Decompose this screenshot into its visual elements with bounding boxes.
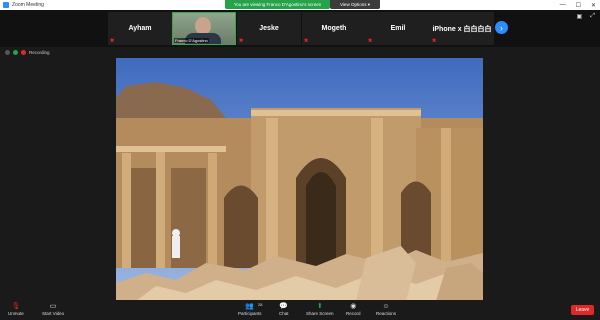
video-off-icon: ▭ <box>49 303 57 310</box>
record-label: Record <box>346 311 361 316</box>
participant-tile[interactable]: Emil ✖ <box>366 12 430 45</box>
participants-label: Participants <box>238 311 262 316</box>
shared-screen <box>116 58 483 301</box>
participants-count: 28 <box>258 302 263 307</box>
top-right-controls: ▣ ⤢ <box>577 13 595 20</box>
chat-label: Chat <box>279 311 289 316</box>
muted-mic-icon: ✖ <box>239 38 244 44</box>
participant-video-tile[interactable]: Franco D'Agostino <box>172 12 236 45</box>
muted-mic-icon: ✖ <box>110 38 115 44</box>
share-screen-icon: ⬆ <box>316 303 323 310</box>
meeting-toolbar <box>0 300 600 320</box>
recording-label: Recording <box>29 50 50 55</box>
info-icon[interactable] <box>5 50 10 55</box>
participant-name: Mogeth <box>321 25 347 32</box>
chat-icon: 💬 <box>279 303 289 310</box>
view-options-button[interactable]: View Options ▾ <box>330 0 380 9</box>
ruins-photo <box>116 58 483 301</box>
sharing-banner: You are viewing Franco D'Agostino's scre… <box>225 0 330 9</box>
zoom-app-icon <box>3 2 9 8</box>
next-page-button[interactable]: › <box>495 21 508 34</box>
participant-name: Franco D'Agostino <box>174 38 209 43</box>
window-controls: — ☐ ✕ <box>560 0 596 10</box>
share-screen-label: Share Screen <box>306 311 334 316</box>
fullscreen-icon[interactable]: ⤢ <box>590 13 595 20</box>
unmute-button[interactable]: 🎙 Unmute <box>8 302 24 316</box>
participant-tile[interactable]: Mogeth ✖ <box>302 12 366 45</box>
participant-name: iPhone x 白白白白 <box>432 25 492 33</box>
chat-button[interactable]: 💬 Chat <box>279 302 289 316</box>
record-button[interactable]: ◉ Record <box>346 302 361 316</box>
security-shield-icon[interactable] <box>13 50 18 55</box>
leave-button[interactable]: Leave <box>571 305 594 315</box>
participant-tile[interactable]: Jeske ✖ <box>237 12 301 45</box>
participant-name: Emil <box>390 25 406 32</box>
reactions-button[interactable]: ☺ Reactions <box>376 302 396 316</box>
record-icon: ◉ <box>350 303 357 310</box>
muted-mic-icon: ✖ <box>304 38 309 44</box>
participant-tile[interactable]: Ayham ✖ <box>108 12 172 45</box>
gallery-view-icon[interactable]: ▣ <box>577 13 583 20</box>
reactions-icon: ☺ <box>382 303 390 310</box>
start-video-button[interactable]: ▭ Start Video <box>42 302 64 316</box>
minimize-icon[interactable]: — <box>560 2 566 8</box>
window-title: Zoom Meeting <box>12 2 44 8</box>
recording-status: Recording <box>5 50 50 55</box>
share-screen-button[interactable]: ⬆ Share Screen <box>306 302 334 316</box>
reactions-label: Reactions <box>376 311 397 316</box>
recording-icon <box>21 50 26 55</box>
muted-mic-icon: ✖ <box>432 38 437 44</box>
maximize-icon[interactable]: ☐ <box>576 2 581 9</box>
unmute-label: Unmute <box>8 311 24 316</box>
mic-muted-icon: 🎙 <box>11 303 21 310</box>
participant-name: Jeske <box>259 25 279 32</box>
start-video-label: Start Video <box>42 311 65 316</box>
participant-tile[interactable]: iPhone x 白白白白 ✖ <box>430 12 494 45</box>
participant-name: Ayham <box>128 25 152 32</box>
close-icon[interactable]: ✕ <box>591 2 596 9</box>
muted-mic-icon: ✖ <box>368 38 373 44</box>
participants-icon: 👥 <box>245 303 255 310</box>
